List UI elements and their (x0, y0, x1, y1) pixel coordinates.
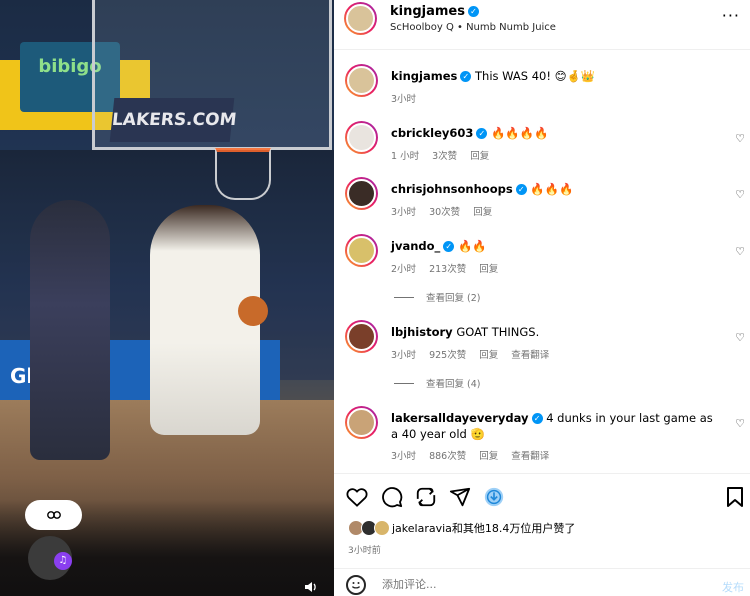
comment-button[interactable] (381, 486, 403, 508)
audio-pill-button[interactable] (25, 500, 82, 530)
post-header: kingjames ✓ ScHoolboy Q • Numb Numb Juice… (334, 0, 750, 50)
remix-icon (484, 487, 504, 507)
view-replies-button[interactable]: 查看回复 (4) (394, 376, 480, 390)
comment-time: 3小时 (391, 207, 417, 218)
author-username[interactable]: kingjames (390, 4, 465, 19)
verified-icon: ✓ (443, 241, 455, 252)
liker-avatars (348, 520, 392, 536)
reply-button[interactable]: 回复 (479, 264, 498, 275)
view-replies-label: 查看回复 (2) (426, 293, 481, 304)
view-replies-label: 查看回复 (4) (426, 379, 481, 390)
comment-text: GOAT THINGS. (456, 325, 540, 339)
reply-button[interactable]: 回复 (479, 451, 498, 462)
verified-icon: ✓ (476, 128, 488, 139)
like-comment-icon[interactable]: ♡ (735, 331, 745, 344)
more-options-icon[interactable]: ··· (722, 6, 740, 25)
basketball (238, 296, 268, 326)
caption-time: 3小时 (391, 94, 417, 105)
post-details-panel: kingjames ✓ ScHoolboy Q • Numb Numb Juice… (334, 0, 750, 596)
comment-time: 3小时 (391, 350, 417, 361)
comment-item: chrisjohnsonhoops ✓ 🔥🔥🔥 3小时 30次赞 回复 ♡ (334, 177, 750, 221)
post-timestamp[interactable]: 3小时前 (348, 543, 381, 556)
comment-username[interactable]: lakersalldayeveryday (391, 411, 529, 425)
reply-line (394, 383, 414, 384)
remix-button[interactable] (483, 486, 505, 508)
comment-icon (382, 487, 403, 508)
comment-input[interactable] (382, 575, 682, 593)
caption-text: This WAS 40! 😊🤞👑 (475, 69, 596, 83)
reply-button[interactable]: 回复 (473, 207, 492, 218)
action-bar (334, 473, 750, 523)
comment-item: jvando_ ✓ 🔥🔥 2小时 213次赞 回复 ♡ (334, 234, 750, 278)
comment-likes[interactable]: 213次赞 (429, 264, 466, 275)
like-comment-icon[interactable]: ♡ (735, 417, 745, 430)
comment-text: 🔥🔥 (457, 239, 487, 253)
caption-avatar[interactable] (345, 64, 378, 97)
comment-username[interactable]: cbrickley603 (391, 126, 473, 140)
verified-icon: ✓ (468, 6, 479, 17)
share-button[interactable] (449, 486, 471, 508)
emoji-icon[interactable] (346, 575, 366, 595)
comment-composer: 发布 (334, 568, 750, 596)
comment-avatar[interactable] (345, 121, 378, 154)
lakers-sign: LAKERS.COM (109, 98, 237, 142)
basketball-hoop (215, 148, 271, 200)
like-comment-icon[interactable]: ♡ (735, 245, 745, 258)
comment-time: 3小时 (391, 451, 417, 462)
comment-item: lakersalldayeveryday ✓ 4 dunks in your la… (334, 406, 750, 466)
reply-line (394, 297, 414, 298)
like-button[interactable] (346, 486, 368, 508)
audio-subtitle[interactable]: ScHoolboy Q • Numb Numb Juice (390, 22, 556, 33)
comment-item: lbjhistory GOAT THINGS. 3小时 925次赞 回复 查看翻… (334, 320, 750, 364)
comment-avatar[interactable] (345, 406, 378, 439)
speaker-icon[interactable] (304, 580, 318, 594)
bookmark-icon (727, 487, 743, 507)
comment-text: 🔥🔥🔥 (530, 182, 574, 196)
caption: kingjames ✓ This WAS 40! 😊🤞👑 3小时 (334, 64, 750, 105)
comment-likes[interactable]: 30次赞 (429, 207, 460, 218)
translate-button[interactable]: 查看翻译 (511, 350, 549, 361)
music-note-icon: ♫ (54, 552, 72, 570)
view-replies-button[interactable]: 查看回复 (2) (394, 290, 480, 304)
comment-username[interactable]: jvando_ (391, 239, 440, 253)
comment-time: 1 小时 (391, 151, 420, 162)
caption-username[interactable]: kingjames (391, 69, 457, 83)
comment-avatar[interactable] (345, 320, 378, 353)
likes-summary[interactable]: jakelaravia和其他18.4万位用户赞了 (348, 520, 575, 536)
collab-icon (46, 511, 61, 519)
post-button[interactable]: 发布 (722, 579, 744, 595)
author-avatar[interactable] (344, 2, 377, 35)
post-video[interactable]: bibigo LAKERS.COM Globe ♫ (0, 0, 334, 596)
comment-username[interactable]: chrisjohnsonhoops (391, 182, 513, 196)
verified-icon: ✓ (515, 184, 527, 195)
reply-button[interactable]: 回复 (470, 151, 489, 162)
repost-icon (416, 487, 436, 507)
verified-icon: ✓ (460, 71, 472, 82)
reply-button[interactable]: 回复 (479, 350, 498, 361)
repost-button[interactable] (415, 486, 437, 508)
comment-likes[interactable]: 886次赞 (429, 451, 466, 462)
translate-button[interactable]: 查看翻译 (511, 451, 549, 462)
comment-likes[interactable]: 925次赞 (429, 350, 466, 361)
likes-text: jakelaravia和其他18.4万位用户赞了 (392, 522, 576, 535)
comment-item: cbrickley603 ✓ 🔥🔥🔥🔥 1 小时 3次赞 回复 ♡ (334, 121, 750, 165)
save-button[interactable] (724, 486, 746, 508)
heart-icon (346, 488, 368, 507)
comment-avatar[interactable] (345, 234, 378, 267)
send-icon (449, 487, 471, 507)
defender-figure (30, 200, 110, 460)
like-comment-icon[interactable]: ♡ (735, 188, 745, 201)
comment-avatar[interactable] (345, 177, 378, 210)
like-comment-icon[interactable]: ♡ (735, 132, 745, 145)
comment-username[interactable]: lbjhistory (391, 325, 453, 339)
verified-icon: ✓ (531, 413, 543, 424)
comment-likes[interactable]: 3次赞 (432, 151, 457, 162)
comment-time: 2小时 (391, 264, 417, 275)
liker-avatar (374, 520, 390, 536)
comment-text: 🔥🔥🔥🔥 (491, 126, 549, 140)
